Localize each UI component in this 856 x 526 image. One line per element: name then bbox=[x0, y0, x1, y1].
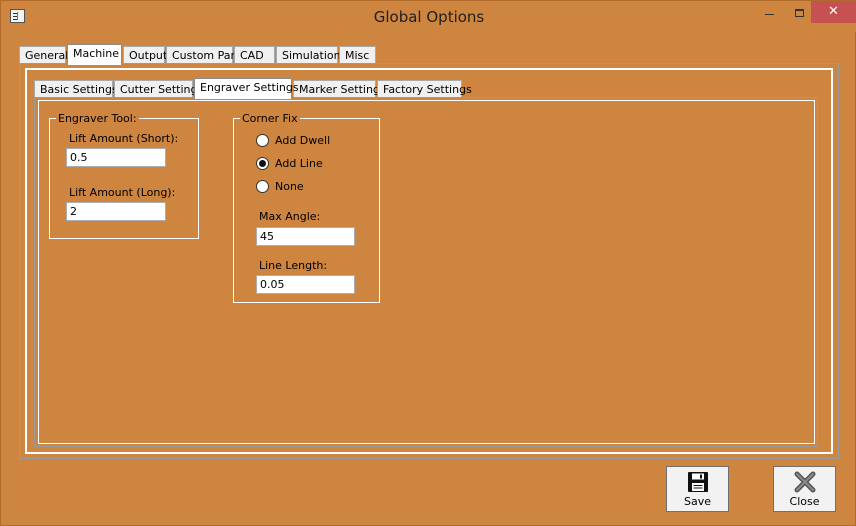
lift-long-input[interactable] bbox=[66, 202, 166, 221]
engraver-tool-legend: Engraver Tool: bbox=[56, 112, 139, 125]
tab-output[interactable]: Output bbox=[123, 46, 167, 64]
tab-custom-part[interactable]: Custom Part bbox=[166, 46, 239, 64]
tab-basic-settings[interactable]: Basic Settings bbox=[34, 80, 118, 98]
none-radio[interactable] bbox=[256, 180, 269, 193]
max-angle-label: Max Angle: bbox=[259, 210, 321, 223]
lift-short-input[interactable] bbox=[66, 148, 166, 167]
maximize-icon bbox=[795, 8, 804, 17]
tab-factory-settings[interactable]: Factory Settings bbox=[377, 80, 472, 98]
line-length-input[interactable] bbox=[256, 275, 355, 294]
tab-cutter-settings[interactable]: Cutter Settings bbox=[114, 80, 203, 98]
add-line-label[interactable]: Add Line bbox=[275, 157, 323, 170]
close-button[interactable]: Close bbox=[773, 466, 836, 512]
minimize-button[interactable] bbox=[755, 1, 784, 23]
add-line-radio[interactable] bbox=[256, 157, 269, 170]
floppy-disk-icon bbox=[688, 472, 708, 492]
tab-cad[interactable]: CAD bbox=[234, 46, 275, 64]
add-dwell-radio[interactable] bbox=[256, 134, 269, 147]
title-bar[interactable]: Global Options ✕ bbox=[1, 1, 856, 32]
save-label: Save bbox=[683, 495, 711, 508]
tab-marker-settings[interactable]: Marker Settings bbox=[293, 80, 386, 98]
tab-simulation[interactable]: Simulation bbox=[276, 46, 341, 64]
global-options-window: Global Options ✕ General Machine Output … bbox=[0, 0, 856, 526]
x-close-icon bbox=[794, 471, 816, 493]
max-angle-input[interactable] bbox=[256, 227, 355, 246]
close-icon: ✕ bbox=[828, 4, 839, 19]
tab-machine[interactable]: Machine bbox=[67, 44, 122, 65]
lift-short-label: Lift Amount (Short): bbox=[69, 132, 179, 145]
corner-fix-legend: Corner Fix bbox=[240, 112, 300, 125]
tab-general[interactable]: General bbox=[19, 46, 68, 64]
main-tab-strip: General Machine Output Custom Part CAD S… bbox=[19, 44, 419, 65]
close-window-button[interactable]: ✕ bbox=[811, 1, 856, 23]
minimize-icon bbox=[765, 14, 774, 15]
maximize-button[interactable] bbox=[785, 1, 814, 23]
lift-long-label: Lift Amount (Long): bbox=[69, 186, 176, 199]
save-button[interactable]: Save bbox=[666, 466, 729, 512]
tab-engraver-settings[interactable]: Engraver Settings bbox=[194, 78, 299, 99]
tab-misc[interactable]: Misc bbox=[339, 46, 376, 64]
none-label[interactable]: None bbox=[275, 180, 304, 193]
line-length-label: Line Length: bbox=[259, 259, 328, 272]
add-dwell-label[interactable]: Add Dwell bbox=[275, 134, 330, 147]
machine-sub-tab-strip: Basic Settings Cutter Settings Engraver … bbox=[34, 78, 474, 99]
close-label: Close bbox=[789, 495, 820, 508]
window-title: Global Options bbox=[373, 8, 485, 26]
